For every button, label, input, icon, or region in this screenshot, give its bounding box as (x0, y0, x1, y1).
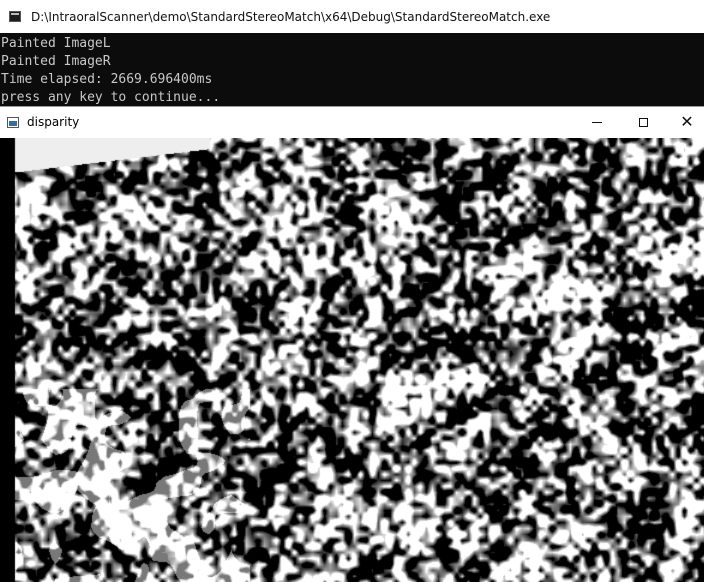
minimize-icon (592, 121, 602, 123)
console-title: D:\IntraoralScanner\demo\StandardStereoM… (31, 9, 551, 24)
minimize-button[interactable] (574, 107, 620, 137)
close-icon: ✕ (680, 112, 694, 131)
console-line: Painted ImageL (1, 36, 111, 51)
window-app-icon (7, 116, 19, 128)
console-line: Painted ImageR (1, 54, 111, 69)
maximize-button[interactable] (620, 107, 666, 137)
console-app-icon (9, 11, 21, 22)
disparity-window: disparity ✕ (0, 106, 704, 582)
console-line: press any key to continue... (1, 90, 221, 105)
disparity-image (0, 138, 704, 582)
console-output: Painted ImageL Painted ImageR Time elaps… (1, 35, 220, 107)
maximize-icon (638, 117, 648, 127)
disparity-image-area (0, 138, 704, 582)
console-titlebar[interactable]: D:\IntraoralScanner\demo\StandardStereoM… (0, 0, 704, 33)
console-line: Time elapsed: 2669.696400ms (1, 72, 213, 87)
console-window: D:\IntraoralScanner\demo\StandardStereoM… (0, 0, 704, 108)
close-button[interactable]: ✕ (664, 107, 704, 137)
disparity-title: disparity (27, 115, 80, 129)
disparity-titlebar[interactable]: disparity ✕ (0, 107, 704, 137)
